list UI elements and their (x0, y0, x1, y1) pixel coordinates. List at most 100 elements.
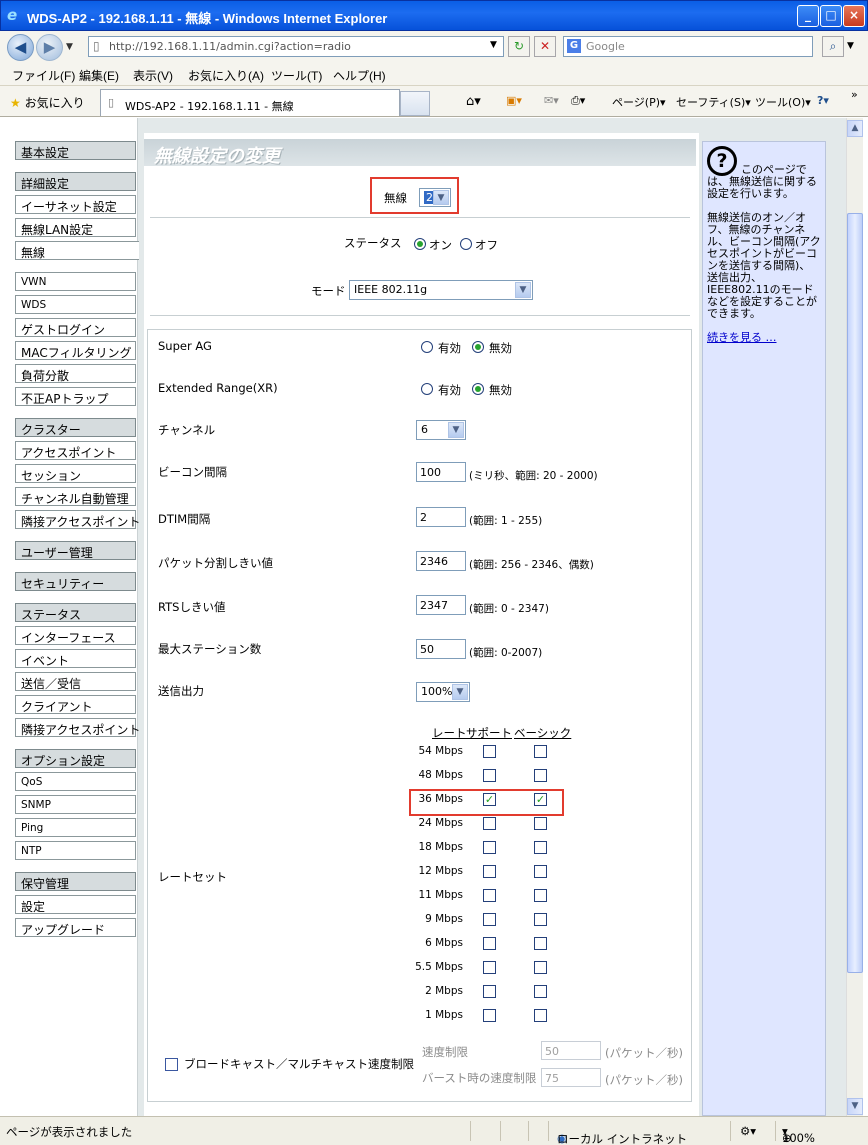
scroll-up-icon[interactable]: ▲ (847, 120, 863, 137)
rate-basic-checkbox[interactable]: ✓ (534, 793, 547, 806)
dtim-input[interactable]: 2 (416, 507, 466, 527)
frag-input[interactable]: 2346 (416, 551, 466, 571)
menu-favorites[interactable]: お気に入り(A) (188, 67, 264, 84)
sidebar-item[interactable]: Ping (15, 818, 136, 837)
sidebar-item[interactable]: SNMP (15, 795, 136, 814)
rate-support-checkbox[interactable] (483, 865, 496, 878)
scroll-thumb[interactable] (847, 213, 863, 973)
sidebar-item[interactable]: QoS (15, 772, 136, 791)
sidebar-item[interactable]: 設定 (15, 895, 136, 914)
rate-basic-checkbox[interactable] (534, 865, 547, 878)
back-button[interactable]: ◀ (7, 34, 34, 61)
sidebar-item[interactable]: 無線 (15, 241, 139, 260)
menu-help[interactable]: ヘルプ(H) (333, 67, 386, 84)
radio-select[interactable]: 2 ▼ (419, 188, 451, 207)
max-stations-input[interactable]: 50 (416, 639, 466, 659)
mail-icon[interactable]: ✉▾ (544, 94, 559, 107)
sidebar-item[interactable]: アップグレード (15, 918, 136, 937)
rate-basic-checkbox[interactable] (534, 1009, 547, 1022)
close-button[interactable]: × (843, 5, 865, 27)
super-ag-enabled-radio[interactable] (421, 341, 433, 353)
sidebar-item[interactable]: 送信／受信 (15, 672, 136, 691)
xr-disabled-radio[interactable] (472, 383, 484, 395)
xr-enabled-radio[interactable] (421, 383, 433, 395)
feeds-icon[interactable]: ▣▾ (506, 94, 522, 107)
search-button[interactable]: ⌕ (822, 36, 844, 57)
sidebar-item[interactable]: 負荷分散 (15, 364, 136, 383)
rate-limit-input[interactable]: 50 (541, 1041, 601, 1060)
status-on-radio[interactable] (414, 238, 426, 250)
forward-button[interactable]: ▶ (36, 34, 63, 61)
sidebar-item[interactable]: VWN (15, 272, 136, 291)
search-input[interactable]: G Google (563, 36, 813, 57)
sidebar-item[interactable]: 基本設定 (15, 141, 136, 160)
help-more-link[interactable]: 続きを見る … (707, 332, 821, 344)
maximize-button[interactable]: □ (820, 5, 842, 27)
sidebar-item[interactable]: 詳細設定 (15, 172, 136, 191)
rate-support-checkbox[interactable] (483, 769, 496, 782)
super-ag-disabled-radio[interactable] (472, 341, 484, 353)
burst-limit-input[interactable]: 75 (541, 1068, 601, 1087)
help-icon[interactable]: ?▾ (817, 94, 829, 107)
rts-input[interactable]: 2347 (416, 595, 466, 615)
print-icon[interactable]: ⎙▾ (571, 94, 585, 108)
stop-button[interactable]: ✕ (534, 36, 556, 57)
rate-support-checkbox[interactable] (483, 817, 496, 830)
rate-support-checkbox[interactable] (483, 745, 496, 758)
sidebar-item[interactable]: 隣接アクセスポイント (15, 510, 140, 529)
address-input[interactable]: ▯ http://192.168.1.11/admin.cgi?action=ra… (88, 36, 504, 57)
rate-support-checkbox[interactable]: ✓ (483, 793, 496, 806)
refresh-button[interactable]: ↻ (508, 36, 530, 57)
vertical-scrollbar[interactable]: ▲ ▼ (846, 118, 863, 1116)
rate-basic-checkbox[interactable] (534, 937, 547, 950)
rate-basic-checkbox[interactable] (534, 889, 547, 902)
new-tab-button[interactable] (400, 91, 430, 116)
tx-power-select[interactable]: 100% ▼ (416, 682, 470, 702)
sidebar-item[interactable]: チャンネル自動管理 (15, 487, 136, 506)
sidebar-item[interactable]: ステータス (15, 603, 136, 622)
sidebar-item[interactable]: クラスター (15, 418, 136, 437)
rate-basic-checkbox[interactable] (534, 817, 547, 830)
sidebar-item[interactable]: イベント (15, 649, 136, 668)
sidebar-item[interactable]: 無線LAN設定 (15, 218, 136, 237)
menu-file[interactable]: ファイル(F) (12, 67, 75, 84)
rate-support-checkbox[interactable] (483, 961, 496, 974)
rate-support-checkbox[interactable] (483, 889, 496, 902)
sidebar-item[interactable]: オプション設定 (15, 749, 136, 768)
mode-select[interactable]: IEEE 802.11g ▼ (349, 280, 533, 300)
protected-mode-icon[interactable]: ⚙▾ (740, 1124, 756, 1138)
menu-view[interactable]: 表示(V) (133, 67, 173, 84)
toolbar-overflow-icon[interactable]: » (851, 88, 858, 101)
zoom-control[interactable]: ⊕ 100% ▾ (782, 1124, 815, 1145)
sidebar-item[interactable]: インターフェース (15, 626, 136, 645)
sidebar-item[interactable]: アクセスポイント (15, 441, 136, 460)
sidebar-item[interactable]: セキュリティー (15, 572, 136, 591)
sidebar-item[interactable]: 保守管理 (15, 872, 136, 891)
channel-select[interactable]: 6 ▼ (416, 420, 466, 440)
rate-basic-checkbox[interactable] (534, 961, 547, 974)
sidebar-item[interactable]: クライアント (15, 695, 136, 714)
scroll-down-icon[interactable]: ▼ (847, 1098, 863, 1115)
safety-menu[interactable]: セーフティ(S)▾ (676, 94, 751, 110)
bcast-limit-checkbox[interactable] (165, 1058, 178, 1071)
minimize-button[interactable]: _ (797, 5, 819, 27)
sidebar-item[interactable]: 不正APトラップ (15, 387, 136, 406)
sidebar-item[interactable]: WDS (15, 295, 136, 314)
address-dropdown-icon[interactable]: ▼ (490, 40, 497, 50)
history-dropdown-icon[interactable]: ▼ (66, 42, 73, 52)
sidebar-item[interactable]: セッション (15, 464, 136, 483)
beacon-input[interactable]: 100 (416, 462, 466, 482)
sidebar-item[interactable]: MACフィルタリング (15, 341, 136, 360)
tools-menu[interactable]: ツール(O)▾ (755, 94, 811, 110)
page-menu[interactable]: ページ(P)▾ (612, 94, 666, 110)
rate-support-checkbox[interactable] (483, 1009, 496, 1022)
rate-support-checkbox[interactable] (483, 913, 496, 926)
rate-basic-checkbox[interactable] (534, 985, 547, 998)
home-icon[interactable]: ⌂▾ (466, 94, 481, 109)
rate-basic-checkbox[interactable] (534, 913, 547, 926)
sidebar-item[interactable]: ユーザー管理 (15, 541, 136, 560)
sidebar-item[interactable]: 隣接アクセスポイント (15, 718, 140, 737)
favorites-button[interactable]: ★ お気に入り (10, 94, 85, 111)
rate-support-checkbox[interactable] (483, 841, 496, 854)
sidebar-item[interactable]: NTP (15, 841, 136, 860)
